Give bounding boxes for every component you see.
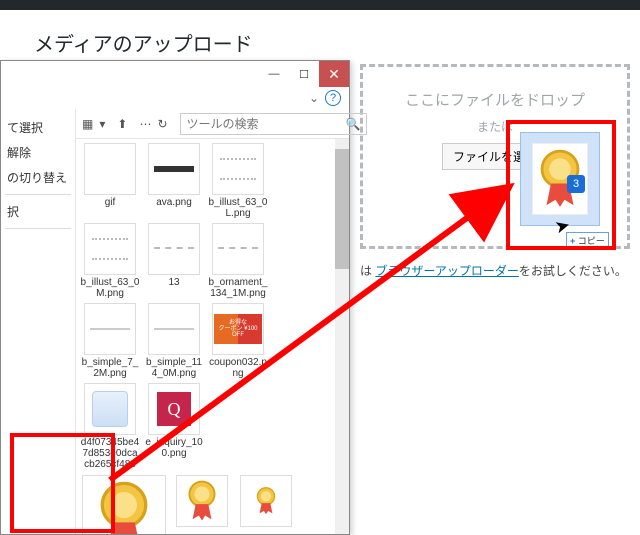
file-caption: gif [80,197,140,208]
help-row: ⌄ ? [1,87,349,109]
file-thumbnail [212,223,264,275]
dropdown-icon[interactable]: ▾ [99,115,105,133]
scrollbar-thumb[interactable] [335,149,349,269]
file-explorer-window: — ☐ ✕ ⌄ ? て選択 解除 の切り替え 択 ▦ ▾ ⬆ ⋯ ↻ 🔍 gif… [0,60,350,535]
file-item[interactable]: Qe_inquiry_100.png [144,383,204,471]
file-item[interactable]: d4f07345be47d853e0dcacb265cf4867.zip [80,383,140,471]
file-item[interactable]: b_ornament_134_1M.png [208,223,268,299]
explorer-sidebar: て選択 解除 の切り替え 択 [1,109,76,534]
explorer-toolbar: ▦ ▾ ⬆ ⋯ ↻ 🔍 [76,109,349,139]
minimize-button[interactable]: — [259,61,289,87]
admin-bar [0,0,640,10]
file-thumbnail [148,303,200,355]
file-item[interactable]: ava.png [144,143,204,219]
view-icon[interactable]: ▦ [82,115,93,133]
file-item[interactable]: お得なクーポン ¥100OFFcoupon032.png [208,303,268,379]
drop-instruction: ここにファイルをドロップ [363,89,627,110]
maximize-button[interactable]: ☐ [289,61,319,87]
file-thumbnail [176,475,228,527]
sidebar-item[interactable]: の切り替え [5,165,71,190]
chevron-down-icon[interactable]: ⌄ [309,91,319,105]
copy-tooltip: + コピー [566,232,609,249]
file-item[interactable] [172,475,232,534]
refresh-icon[interactable]: ↻ [157,115,167,133]
file-caption: b_illust_63_0L.png [208,197,268,219]
browser-uploader-link[interactable]: ブラウザーアップローダー [375,264,519,278]
file-caption: d4f07345be47d853e0dcacb265cf4867.zip [80,437,140,471]
file-thumbnail: Q [148,383,200,435]
file-caption: b_ornament_134_1M.png [208,277,268,299]
search-icon[interactable]: 🔍 [346,117,361,131]
drag-count-badge: 3 [567,175,585,193]
file-thumbnail [84,223,136,275]
search-input[interactable] [187,117,342,131]
file-item[interactable]: b_illust_63_0L.png [208,143,268,219]
file-item[interactable]: b_simple_114_0M.png [144,303,204,379]
drag-ghost: 3 [520,132,600,226]
file-thumbnail: お得なクーポン ¥100OFF [212,303,264,355]
file-thumbnail [82,475,166,534]
file-item[interactable]: b_illust_63_0M.png [80,223,140,299]
file-item[interactable]: gif [80,143,140,219]
file-item[interactable] [80,475,168,534]
file-caption: b_simple_7_2M.png [80,357,140,379]
file-item[interactable]: 13 [144,223,204,299]
file-thumbnail [240,475,292,527]
file-caption: coupon032.png [208,357,268,379]
file-caption: b_illust_63_0M.png [80,277,140,299]
close-button[interactable]: ✕ [319,61,349,87]
scrollbar[interactable] [335,139,349,534]
file-thumbnail [212,143,264,195]
file-caption: e_inquiry_100.png [144,437,204,459]
uploader-note: は ブラウザーアップローダーをお試しください。 [360,262,627,279]
up-icon[interactable]: ⬆ [117,115,127,133]
sidebar-item[interactable]: 解除 [5,140,71,165]
window-titlebar: — ☐ ✕ [1,61,349,87]
file-item[interactable]: b_simple_7_2M.png [80,303,140,379]
file-thumbnail [148,143,200,195]
sidebar-item[interactable]: 択 [5,199,71,224]
file-thumbnail [148,223,200,275]
file-item[interactable] [236,475,296,534]
sidebar-item[interactable]: て選択 [5,115,71,140]
file-thumbnail [84,303,136,355]
help-icon[interactable]: ? [325,90,341,106]
file-caption: ava.png [144,197,204,208]
file-caption: 13 [144,277,204,288]
options-icon[interactable]: ⋯ [139,115,151,133]
file-thumbnail [84,383,136,435]
file-grid: gif ava.png b_illust_63_0L.png b_illust_63_… [76,139,335,534]
tool-search[interactable]: 🔍 [180,113,368,135]
file-caption: b_simple_114_0M.png [144,357,204,379]
file-thumbnail [84,143,136,195]
